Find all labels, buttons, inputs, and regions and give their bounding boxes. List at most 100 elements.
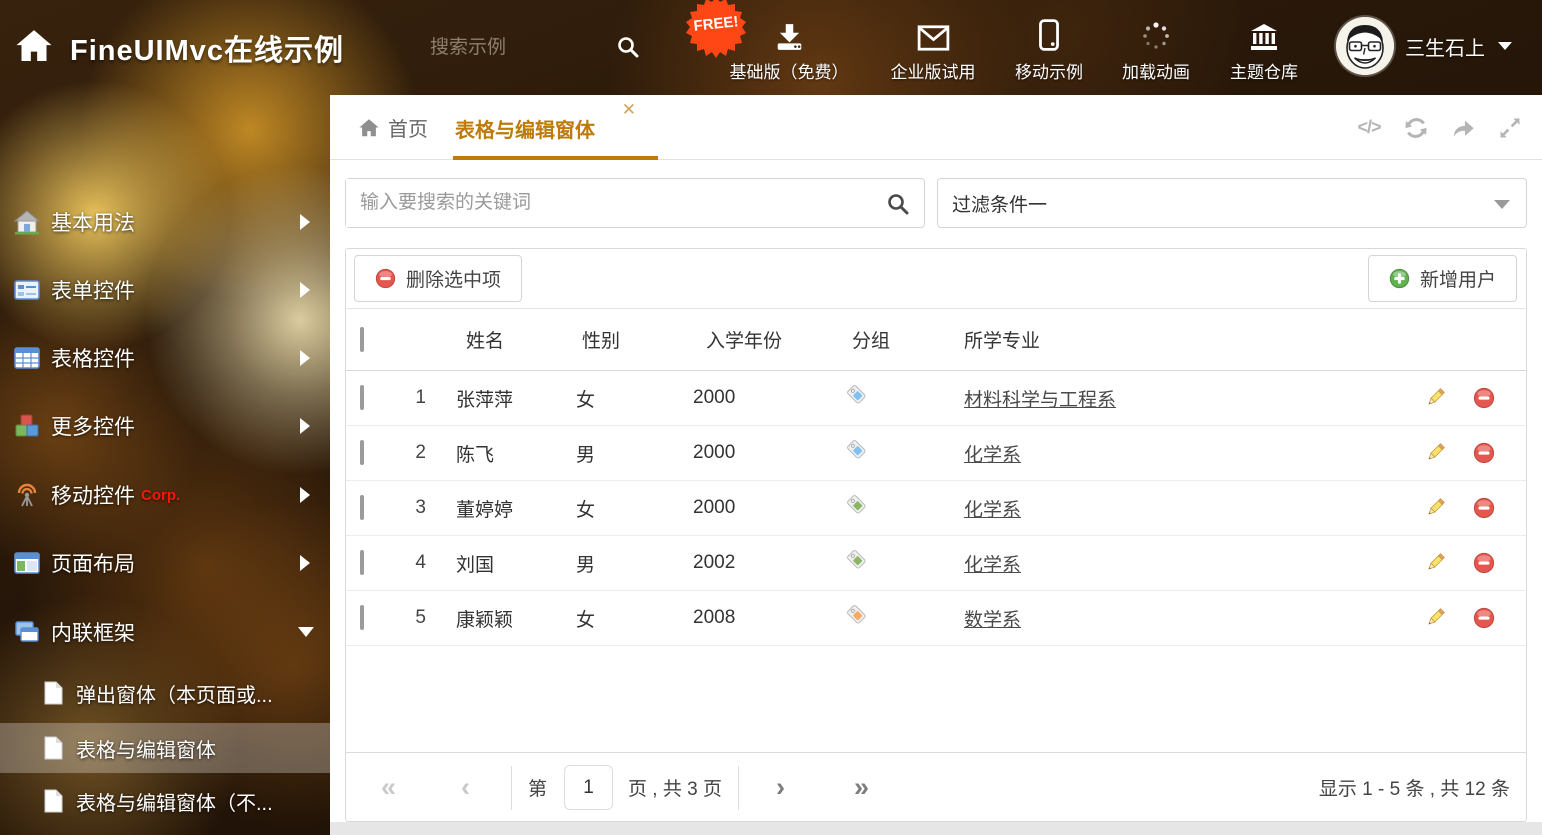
refresh-icon[interactable] — [1404, 116, 1428, 140]
chevron-down-icon — [298, 627, 314, 637]
first-page-button[interactable]: « — [381, 774, 396, 801]
select-all-checkbox[interactable] — [360, 327, 364, 352]
row-checkbox[interactable] — [360, 550, 364, 575]
sidebar-item-basic-usage[interactable]: 基本用法 — [0, 195, 330, 249]
column-header-name[interactable]: 姓名 — [456, 326, 576, 353]
row-checkbox[interactable] — [360, 495, 364, 520]
menu-item-theme-store[interactable]: 主题仓库 — [1230, 19, 1298, 83]
tab-home[interactable]: 首页 — [358, 95, 428, 160]
column-header-group[interactable]: 分组 — [846, 326, 964, 353]
corp-badge: Corp. — [141, 487, 180, 504]
major-link[interactable]: 化学系 — [964, 445, 1021, 466]
home-icon — [358, 117, 380, 139]
filter-dropdown[interactable]: 过滤条件一 — [937, 178, 1527, 228]
sidebar-item-more-controls[interactable]: 更多控件 — [0, 399, 330, 453]
menu-item-loading-animation[interactable]: 加载动画 — [1122, 19, 1190, 83]
tag-icon — [846, 439, 868, 461]
open-new-window-icon[interactable] — [1451, 116, 1475, 140]
row-checkbox[interactable] — [360, 440, 364, 465]
sidebar-item-form-controls[interactable]: 表单控件 — [0, 263, 330, 317]
sidebar-item-mobile-controls[interactable]: 移动控件 Corp. — [0, 468, 330, 522]
page-icon — [42, 736, 64, 760]
row-number: 5 — [392, 607, 432, 629]
bank-icon — [1249, 19, 1279, 51]
major-link[interactable]: 化学系 — [964, 500, 1021, 521]
delete-icon[interactable] — [1473, 442, 1495, 464]
keyword-search — [345, 178, 925, 228]
mobile-icon — [1038, 19, 1060, 51]
search-icon[interactable] — [616, 35, 640, 59]
row-checkbox[interactable] — [360, 605, 364, 630]
table-row: 5 康颖颖 女 2008 数学系 — [346, 591, 1526, 646]
prev-page-button[interactable]: ‹ — [461, 774, 470, 801]
grid-empty-area — [346, 646, 1526, 752]
cell-year: 2000 — [693, 442, 846, 464]
edit-icon[interactable] — [1424, 497, 1446, 519]
home-icon[interactable] — [14, 26, 54, 66]
last-page-button[interactable]: » — [854, 774, 869, 801]
sidebar-subitem-child-to-parent[interactable]: 子窗口向父窗口传值 — [0, 830, 330, 835]
spinner-icon — [1141, 19, 1171, 51]
user-menu[interactable]: 三生石上 — [1336, 17, 1512, 75]
menu-item-basic-edition[interactable]: 基础版（免费） — [730, 19, 849, 83]
cell-name: 陈飞 — [456, 440, 576, 467]
tab-tools: </> — [1357, 95, 1522, 160]
edit-icon[interactable] — [1424, 552, 1446, 574]
table-header: 姓名 性别 入学年份 分组 所学专业 — [346, 309, 1526, 371]
delete-icon[interactable] — [1473, 387, 1495, 409]
header-search — [430, 28, 640, 68]
chevron-right-icon — [300, 214, 310, 230]
chevron-down-icon — [1494, 200, 1510, 209]
major-link[interactable]: 数学系 — [964, 610, 1021, 631]
frames-icon — [14, 619, 40, 645]
table-row: 1 张萍萍 女 2000 材料科学与工程系 — [346, 371, 1526, 426]
table-row: 4 刘国 男 2002 化学系 — [346, 536, 1526, 591]
add-user-button[interactable]: 新增用户 — [1368, 255, 1517, 302]
sidebar-item-iframe[interactable]: 内联框架 — [0, 605, 330, 659]
delete-icon[interactable] — [1473, 607, 1495, 629]
pagination-bar: « ‹ 第 页 , 共 3 页 › » 显示 1 - 5 条 , 共 12 条 — [346, 752, 1526, 821]
tag-icon — [846, 604, 868, 626]
app-title: FineUIMvc在线示例 — [70, 27, 344, 69]
home-icon — [14, 209, 40, 235]
page-number-input[interactable] — [564, 765, 613, 810]
edit-icon[interactable] — [1424, 387, 1446, 409]
cell-gender: 男 — [576, 550, 693, 577]
download-icon — [774, 19, 804, 51]
major-link[interactable]: 化学系 — [964, 555, 1021, 576]
tab-grid-edit-window[interactable]: 表格与编辑窗体 ✕ — [453, 95, 658, 160]
edit-icon[interactable] — [1424, 442, 1446, 464]
header-search-input[interactable] — [430, 28, 600, 68]
delete-icon[interactable] — [1473, 552, 1495, 574]
envelope-icon — [917, 19, 949, 51]
cell-gender: 女 — [576, 605, 693, 632]
table-row: 2 陈飞 男 2000 化学系 — [346, 426, 1526, 481]
fullscreen-icon[interactable] — [1498, 116, 1522, 140]
user-name: 三生石上 — [1405, 32, 1485, 61]
sidebar-subitem-grid-edit-window[interactable]: 表格与编辑窗体 — [0, 723, 330, 773]
delete-icon[interactable] — [1473, 497, 1495, 519]
cell-year: 2000 — [693, 387, 846, 409]
source-code-icon[interactable]: </> — [1357, 116, 1381, 140]
next-page-button[interactable]: › — [776, 774, 785, 801]
column-header-year[interactable]: 入学年份 — [693, 326, 846, 353]
delete-selected-button[interactable]: 删除选中项 — [354, 255, 522, 302]
search-icon[interactable] — [886, 192, 910, 216]
sidebar-item-grid-controls[interactable]: 表格控件 — [0, 331, 330, 385]
sidebar-subitem-grid-edit-window-2[interactable]: 表格与编辑窗体（不... — [0, 776, 330, 826]
column-header-gender[interactable]: 性别 — [576, 326, 693, 353]
row-number: 2 — [392, 442, 432, 464]
app-window: FineUIMvc在线示例 FREE! 基础版（免费） 企业版试用 — [0, 0, 1542, 835]
close-icon[interactable]: ✕ — [622, 100, 636, 120]
sidebar-subitem-popup-window[interactable]: 弹出窗体（本页面或... — [0, 668, 330, 718]
major-link[interactable]: 材料科学与工程系 — [964, 390, 1116, 411]
menu-item-enterprise-trial[interactable]: 企业版试用 — [891, 19, 976, 83]
keyword-search-input[interactable] — [346, 179, 866, 227]
column-header-major[interactable]: 所学专业 — [964, 326, 1406, 353]
avatar — [1336, 17, 1394, 75]
edit-icon[interactable] — [1424, 607, 1446, 629]
row-checkbox[interactable] — [360, 385, 364, 410]
sidebar-item-page-layout[interactable]: 页面布局 — [0, 536, 330, 590]
menu-item-mobile-demo[interactable]: 移动示例 — [1015, 19, 1083, 83]
chevron-right-icon — [300, 555, 310, 571]
